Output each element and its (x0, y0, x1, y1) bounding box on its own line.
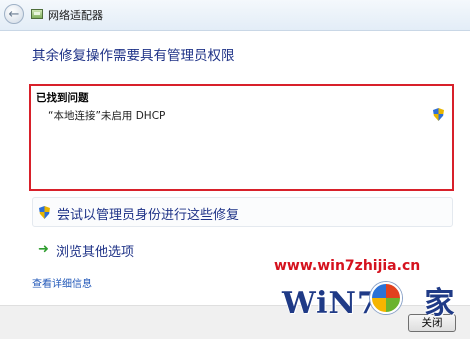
run-as-admin-button[interactable]: 尝试以管理员身份进行这些修复 (32, 197, 453, 227)
windows-flag-icon (370, 282, 402, 314)
run-as-admin-label: 尝试以管理员身份进行这些修复 (57, 208, 240, 223)
problems-found-label: 已找到问题 (36, 92, 89, 104)
view-details-link[interactable]: 查看详细信息 (32, 275, 92, 290)
problem-item: “本地连接”未启用 DHCP (48, 110, 166, 122)
title-bar: ← 网络适配器 (0, 0, 470, 31)
page-heading: 其余修复操作需要具有管理员权限 (32, 48, 235, 64)
uac-shield-icon (433, 108, 444, 121)
network-adapter-icon (31, 9, 43, 19)
window-title: 网络适配器 (48, 9, 103, 22)
problems-panel: 已找到问题 “本地连接”未启用 DHCP (29, 84, 454, 191)
back-arrow-icon[interactable]: ← (4, 4, 24, 24)
uac-shield-icon (39, 206, 50, 219)
watermark-logo: WiN7. 家 (282, 278, 455, 322)
green-arrow-icon: ➜ (38, 242, 49, 257)
watermark-logo-char: 家 (424, 286, 456, 321)
browse-options-label: 浏览其他选项 (56, 245, 135, 260)
watermark-url: www.win7zhijia.cn (274, 258, 421, 274)
browse-options-button[interactable]: ➜ 浏览其他选项 (32, 238, 212, 262)
